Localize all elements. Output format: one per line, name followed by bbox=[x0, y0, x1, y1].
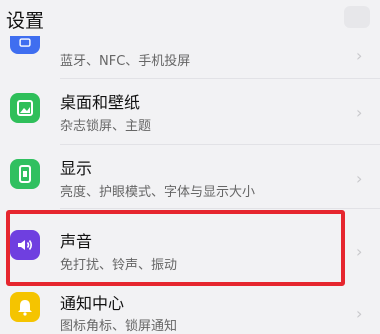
settings-item-sound[interactable]: 声音 免打扰、铃声、振动 › bbox=[0, 210, 380, 286]
settings-item-subtitle: 亮度、护眼模式、字体与显示大小 bbox=[60, 185, 256, 200]
chevron-right-icon: › bbox=[356, 103, 363, 122]
settings-item-subtitle: 杂志锁屏、主题 bbox=[60, 119, 152, 134]
chevron-right-icon: › bbox=[356, 304, 363, 323]
speaker-icon bbox=[10, 230, 40, 260]
divider bbox=[60, 208, 380, 209]
header: 设置 bbox=[0, 0, 380, 36]
bell-icon bbox=[10, 292, 40, 322]
connection-icon bbox=[10, 34, 40, 54]
settings-item-home-wallpaper[interactable]: 桌面和壁纸 杂志锁屏、主题 › bbox=[0, 79, 380, 143]
settings-item-title: 声音 bbox=[60, 232, 93, 251]
settings-item-notifications[interactable]: 通知中心 图标角标、锁屏通知 › bbox=[0, 288, 380, 334]
page-title: 设置 bbox=[6, 10, 45, 32]
settings-item-subtitle: 蓝牙、NFC、手机投屏 bbox=[60, 54, 191, 69]
settings-item-title: 桌面和壁纸 bbox=[60, 93, 141, 112]
chevron-right-icon: › bbox=[356, 169, 363, 188]
settings-item-subtitle: 免打扰、铃声、振动 bbox=[60, 258, 178, 273]
header-action-button[interactable] bbox=[344, 6, 370, 28]
settings-item-title: 通知中心 bbox=[60, 294, 125, 313]
settings-list: 蓝牙、NFC、手机投屏 › 桌面和壁纸 杂志锁屏、主题 › 显示 亮度、护眼模式… bbox=[0, 0, 380, 334]
settings-item-display[interactable]: 显示 亮度、护眼模式、字体与显示大小 › bbox=[0, 145, 380, 207]
settings-item-title: 显示 bbox=[60, 159, 93, 178]
chevron-right-icon: › bbox=[356, 46, 363, 65]
chevron-right-icon: › bbox=[356, 242, 363, 261]
wallpaper-icon bbox=[10, 93, 40, 123]
display-icon bbox=[10, 159, 40, 189]
